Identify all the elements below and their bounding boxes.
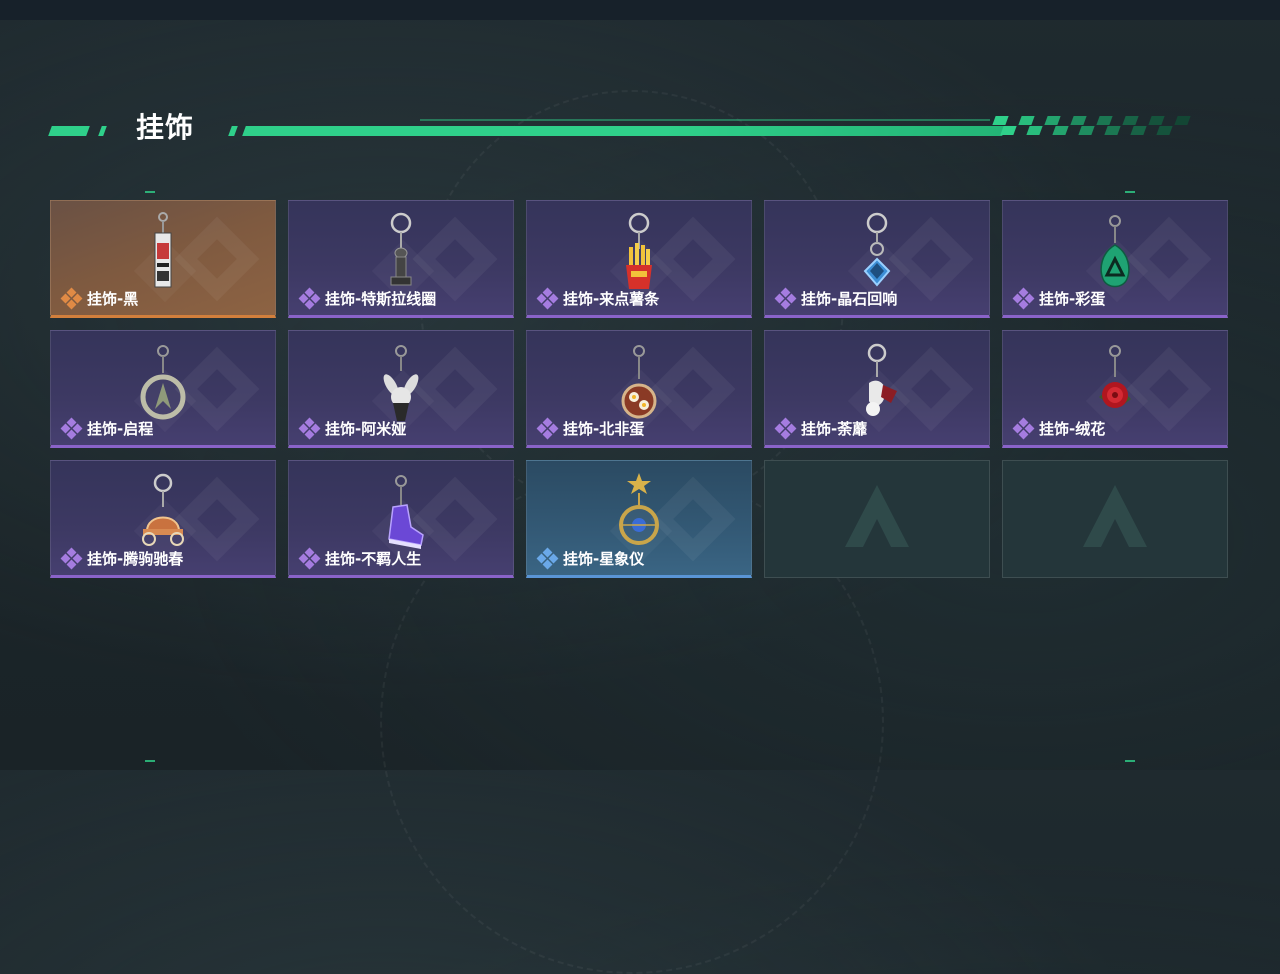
card-name: 挂饰-黑 — [87, 290, 139, 308]
shakshuka-pendant-icon — [621, 345, 657, 419]
card-label: 挂饰-绒花 — [1012, 417, 1106, 439]
rarity-diamond-icon — [536, 417, 559, 439]
card-label: 挂饰-晶石回响 — [774, 287, 898, 309]
game-logo-icon — [1083, 485, 1147, 547]
card-label: 挂饰-启程 — [60, 417, 154, 439]
card-label: 挂饰-彩蛋 — [1012, 287, 1106, 309]
corner-mark — [145, 191, 155, 193]
card-label: 挂饰-阿米娅 — [298, 417, 407, 439]
card-name: 挂饰-不羁人生 — [325, 550, 422, 568]
pendant-card[interactable]: 挂饰-启程 — [50, 330, 276, 448]
pendant-card[interactable]: 挂饰-不羁人生 — [288, 460, 514, 578]
black-tag-pendant-icon — [154, 212, 172, 288]
header-thin-line — [420, 119, 990, 121]
card-label: 挂饰-星象仪 — [536, 547, 645, 569]
corner-mark — [1125, 191, 1135, 193]
header-progress-line — [242, 126, 1006, 136]
pendant-card[interactable]: 挂饰-绒花 — [1002, 330, 1228, 448]
pendant-card[interactable]: 挂饰-彩蛋 — [1002, 200, 1228, 318]
pendant-card[interactable]: 挂饰-星象仪 — [526, 460, 752, 578]
pendant-card[interactable]: 挂饰-晶石回响 — [764, 200, 990, 318]
crystal-pendant-icon — [863, 212, 891, 287]
rarity-diamond-icon — [536, 287, 559, 309]
card-label: 挂饰-黑 — [60, 287, 139, 309]
card-name: 挂饰-北非蛋 — [563, 420, 645, 438]
rarity-diamond-icon — [298, 417, 321, 439]
rarity-diamond-icon — [60, 547, 83, 569]
game-logo-icon — [845, 485, 909, 547]
carriage-pendant-icon — [142, 473, 184, 546]
empty-slot[interactable] — [764, 460, 990, 578]
pendant-card[interactable]: 挂饰-腾驹驰春 — [50, 460, 276, 578]
header-accent-bar — [98, 126, 107, 136]
pendant-card[interactable]: 挂饰-阿米娅 — [288, 330, 514, 448]
pendant-card[interactable]: 挂饰-来点薯条 — [526, 200, 752, 318]
card-name: 挂饰-星象仪 — [563, 550, 645, 568]
easter-egg-pendant-icon — [1100, 215, 1130, 288]
pendant-card[interactable]: 挂饰-荼蘼 — [764, 330, 990, 448]
card-label: 挂饰-荼蘼 — [774, 417, 868, 439]
compass-ring-pendant-icon — [140, 345, 186, 420]
header-accent-bar — [48, 126, 90, 136]
card-label: 挂饰-北非蛋 — [536, 417, 645, 439]
card-label: 挂饰-来点薯条 — [536, 287, 660, 309]
rarity-diamond-icon — [536, 547, 559, 569]
french-fries-pendant-icon — [626, 212, 652, 289]
card-name: 挂饰-晶石回响 — [801, 290, 898, 308]
rarity-diamond-icon — [60, 287, 83, 309]
top-strip — [0, 0, 1280, 20]
card-name: 挂饰-腾驹驰春 — [87, 550, 184, 568]
card-name: 挂饰-彩蛋 — [1039, 290, 1106, 308]
empty-slot[interactable] — [1002, 460, 1228, 578]
card-name: 挂饰-荼蘼 — [801, 420, 868, 438]
rarity-diamond-icon — [1012, 417, 1035, 439]
rarity-diamond-icon — [298, 547, 321, 569]
rarity-diamond-icon — [774, 287, 797, 309]
corner-mark — [145, 760, 155, 762]
card-name: 挂饰-启程 — [87, 420, 154, 438]
card-name: 挂饰-绒花 — [1039, 420, 1106, 438]
sneaker-pendant-icon — [388, 475, 424, 549]
red-rose-pendant-icon — [1099, 345, 1131, 408]
pendant-card[interactable]: 挂饰-黑 — [50, 200, 276, 318]
header-checker-pattern — [990, 116, 1200, 136]
rarity-diamond-icon — [774, 417, 797, 439]
card-label: 挂饰-不羁人生 — [298, 547, 422, 569]
rarity-diamond-icon — [1012, 287, 1035, 309]
card-name: 挂饰-特斯拉线圈 — [325, 290, 437, 308]
bunny-doll-pendant-icon — [383, 345, 419, 421]
card-label: 挂饰-腾驹驰春 — [60, 547, 184, 569]
rarity-diamond-icon — [298, 287, 321, 309]
rarity-diamond-icon — [60, 417, 83, 439]
section-title: 挂饰 — [136, 111, 195, 144]
pendant-card[interactable]: 挂饰-特斯拉线圈 — [288, 200, 514, 318]
card-name: 挂饰-阿米娅 — [325, 420, 407, 438]
card-name: 挂饰-来点薯条 — [563, 290, 660, 308]
astrolabe-pendant-icon — [619, 473, 659, 545]
header-accent-bar — [228, 126, 238, 136]
flower-figure-pendant-icon — [866, 343, 897, 416]
tesla-coil-pendant-icon — [390, 212, 412, 286]
card-label: 挂饰-特斯拉线圈 — [298, 287, 437, 309]
corner-mark — [1125, 760, 1135, 762]
pendant-card[interactable]: 挂饰-北非蛋 — [526, 330, 752, 448]
